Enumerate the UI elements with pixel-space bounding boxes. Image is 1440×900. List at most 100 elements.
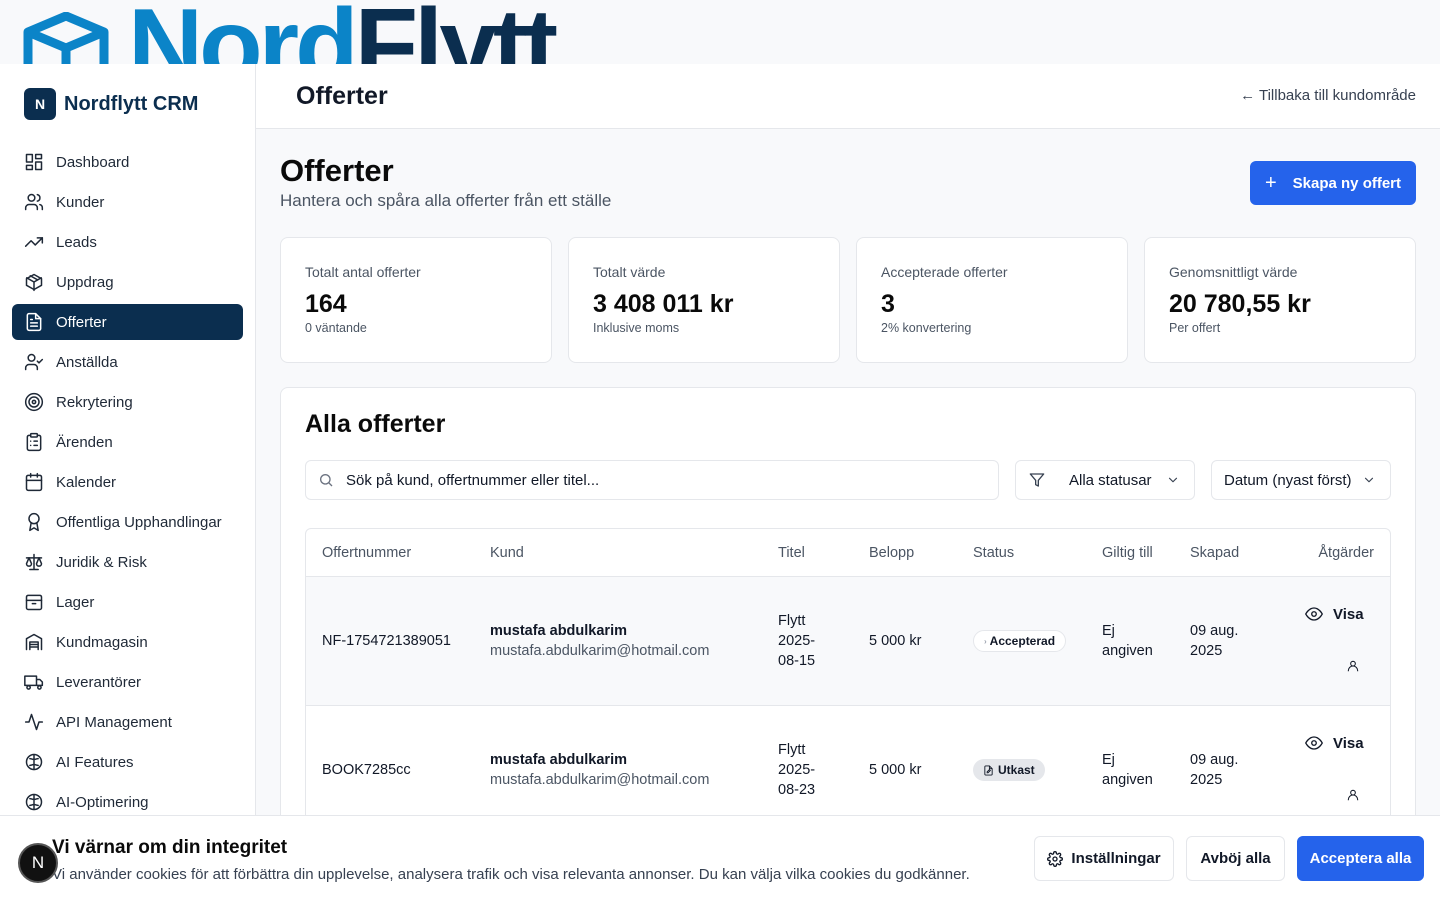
sidebar-item-label: Offentliga Upphandlingar bbox=[56, 513, 222, 531]
sidebar-item-kalender[interactable]: Kalender bbox=[12, 464, 243, 500]
quote-number[interactable]: NF-1754721389051 bbox=[322, 631, 451, 651]
column-header[interactable]: Belopp bbox=[869, 545, 914, 561]
eye-icon bbox=[1305, 736, 1323, 750]
sidebar-item-leverantorer[interactable]: Leverantörer bbox=[12, 664, 243, 700]
box-icon bbox=[25, 594, 43, 611]
plus-icon: + bbox=[1264, 171, 1277, 194]
column-header: Åtgärder bbox=[1318, 545, 1374, 561]
cube-logo-icon bbox=[23, 12, 109, 64]
page-title: Offerter bbox=[280, 153, 394, 188]
status-badge: Utkast bbox=[973, 759, 1045, 781]
cookie-settings-button[interactable]: Inställningar bbox=[1034, 836, 1174, 881]
sidebar-item-offentliga-upphandlingar[interactable]: Offentliga Upphandlingar bbox=[12, 504, 243, 540]
sidebar-item-arenden[interactable]: Ärenden bbox=[12, 424, 243, 460]
table-header: Offertnummer Kund Titel Belopp Status Gi… bbox=[306, 529, 1390, 577]
sidebar-item-anstallda[interactable]: Anställda bbox=[12, 344, 243, 380]
column-header[interactable]: Status bbox=[973, 545, 1014, 561]
quote-title-line: 08-23 bbox=[778, 782, 816, 798]
sidebar-brand[interactable]: N Nordflytt CRM bbox=[0, 64, 255, 144]
cookie-reject-button[interactable]: Avböj alla bbox=[1186, 836, 1285, 881]
sidebar-item-label: API Management bbox=[56, 713, 172, 731]
sidebar-nav: Dashboard Kunder Leads Uppdrag Offerter … bbox=[0, 144, 255, 820]
stat-card-total-value: Totalt värde 3 408 011 kr Inklusive moms bbox=[568, 237, 840, 363]
assign-user-button[interactable] bbox=[1346, 659, 1360, 673]
back-to-customer-area-link[interactable]: ← Tillbaka till kundområde bbox=[1240, 87, 1416, 104]
stat-label: Genomsnittligt värde bbox=[1169, 264, 1298, 280]
app-logo: N bbox=[24, 88, 56, 120]
sidebar-item-uppdrag[interactable]: Uppdrag bbox=[12, 264, 243, 300]
stat-value: 3 bbox=[881, 290, 895, 318]
status-filter-select[interactable]: Alla statusar bbox=[1015, 460, 1195, 500]
sidebar-item-rekrytering[interactable]: Rekrytering bbox=[12, 384, 243, 420]
floating-assistant-button[interactable]: N bbox=[18, 843, 58, 883]
eye-icon bbox=[1305, 607, 1323, 621]
stat-label: Accepterade offerter bbox=[881, 264, 1008, 280]
sidebar-item-label: Leverantörer bbox=[56, 673, 142, 691]
chevron-down-icon bbox=[1364, 477, 1374, 483]
view-quote-button[interactable]: Visa bbox=[1305, 605, 1364, 623]
brain-icon bbox=[25, 793, 43, 811]
package-icon bbox=[25, 273, 43, 292]
sidebar-item-label: Ärenden bbox=[56, 433, 113, 451]
award-icon bbox=[28, 512, 40, 532]
create-quote-button[interactable]: + Skapa ny offert bbox=[1250, 161, 1416, 205]
cookie-accept-button[interactable]: Acceptera alla bbox=[1297, 836, 1424, 881]
stat-value: 3 408 011 kr bbox=[593, 290, 734, 318]
sort-select[interactable]: Datum (nyast först) bbox=[1211, 460, 1391, 500]
column-header[interactable]: Kund bbox=[490, 545, 524, 561]
sidebar-item-label: Offerter bbox=[56, 313, 107, 331]
quote-number[interactable]: BOOK7285cc bbox=[322, 760, 411, 780]
customer-email: mustafa.abdulkarim@hotmail.com bbox=[490, 772, 710, 788]
sidebar-item-label: Uppdrag bbox=[56, 273, 114, 291]
stat-subtext: Per offert bbox=[1169, 321, 1221, 335]
stat-label: Totalt antal offerter bbox=[305, 264, 421, 280]
status-badge-label: Utkast bbox=[998, 763, 1035, 777]
warehouse-icon bbox=[25, 633, 43, 651]
search-box[interactable] bbox=[305, 460, 999, 500]
created-date-line: 2025 bbox=[1190, 772, 1223, 788]
customer-name: mustafa abdulkarim bbox=[490, 752, 627, 768]
column-header[interactable]: Titel bbox=[778, 545, 805, 561]
sidebar-item-juridik-risk[interactable]: Juridik & Risk bbox=[12, 544, 243, 580]
cookie-text: Vi använder cookies för att förbättra di… bbox=[52, 866, 970, 883]
panel-title: Alla offerter bbox=[305, 410, 446, 438]
sort-value: Datum (nyast först) bbox=[1224, 471, 1352, 489]
created-date-line: 09 aug. bbox=[1190, 752, 1239, 768]
column-header[interactable]: Offertnummer bbox=[322, 545, 411, 561]
sidebar-item-kundmagasin[interactable]: Kundmagasin bbox=[12, 624, 243, 660]
search-input[interactable] bbox=[346, 471, 986, 489]
activity-icon bbox=[24, 713, 44, 731]
stat-label: Totalt värde bbox=[593, 264, 666, 280]
quote-amount: 5 000 kr bbox=[869, 633, 922, 649]
quote-title-line: 2025- bbox=[778, 633, 816, 649]
sidebar-item-label: Kalender bbox=[56, 473, 117, 491]
valid-until-line: angiven bbox=[1102, 772, 1153, 788]
view-label: Visa bbox=[1333, 605, 1364, 623]
stat-value: 164 bbox=[305, 290, 347, 318]
brain-icon bbox=[25, 753, 43, 771]
assign-user-button[interactable] bbox=[1346, 788, 1360, 802]
created-date-line: 2025 bbox=[1190, 643, 1223, 659]
user-check-icon bbox=[24, 353, 44, 371]
file-text-icon bbox=[26, 312, 42, 332]
sidebar-item-leads[interactable]: Leads bbox=[12, 224, 243, 260]
sidebar-item-lager[interactable]: Lager bbox=[12, 584, 243, 620]
sidebar-item-kunder[interactable]: Kunder bbox=[12, 184, 243, 220]
status-badge: › Accepterad bbox=[973, 630, 1067, 652]
cookie-reject-label: Avböj alla bbox=[1200, 850, 1271, 867]
view-quote-button[interactable]: Visa bbox=[1305, 734, 1364, 752]
sidebar-item-label: Kundmagasin bbox=[56, 633, 148, 651]
sidebar-item-dashboard[interactable]: Dashboard bbox=[12, 144, 243, 180]
sidebar-item-label: Lager bbox=[56, 593, 95, 611]
header-title: Offerter bbox=[296, 82, 388, 110]
sidebar-item-ai-features[interactable]: AI Features bbox=[12, 744, 243, 780]
table-row[interactable]: NF-1754721389051 mustafa abdulkarim must… bbox=[306, 577, 1390, 706]
sidebar-item-offerter[interactable]: Offerter bbox=[12, 304, 243, 340]
column-header[interactable]: Giltig till bbox=[1102, 545, 1153, 561]
gear-icon bbox=[1047, 850, 1064, 867]
sidebar: N Nordflytt CRM Dashboard Kunder Leads U… bbox=[0, 64, 256, 900]
sidebar-item-api-management[interactable]: API Management bbox=[12, 704, 243, 740]
column-header[interactable]: Skapad bbox=[1190, 545, 1239, 561]
status-filter-value: Alla statusar bbox=[1069, 471, 1152, 489]
create-quote-label: Skapa ny offert bbox=[1292, 174, 1402, 192]
